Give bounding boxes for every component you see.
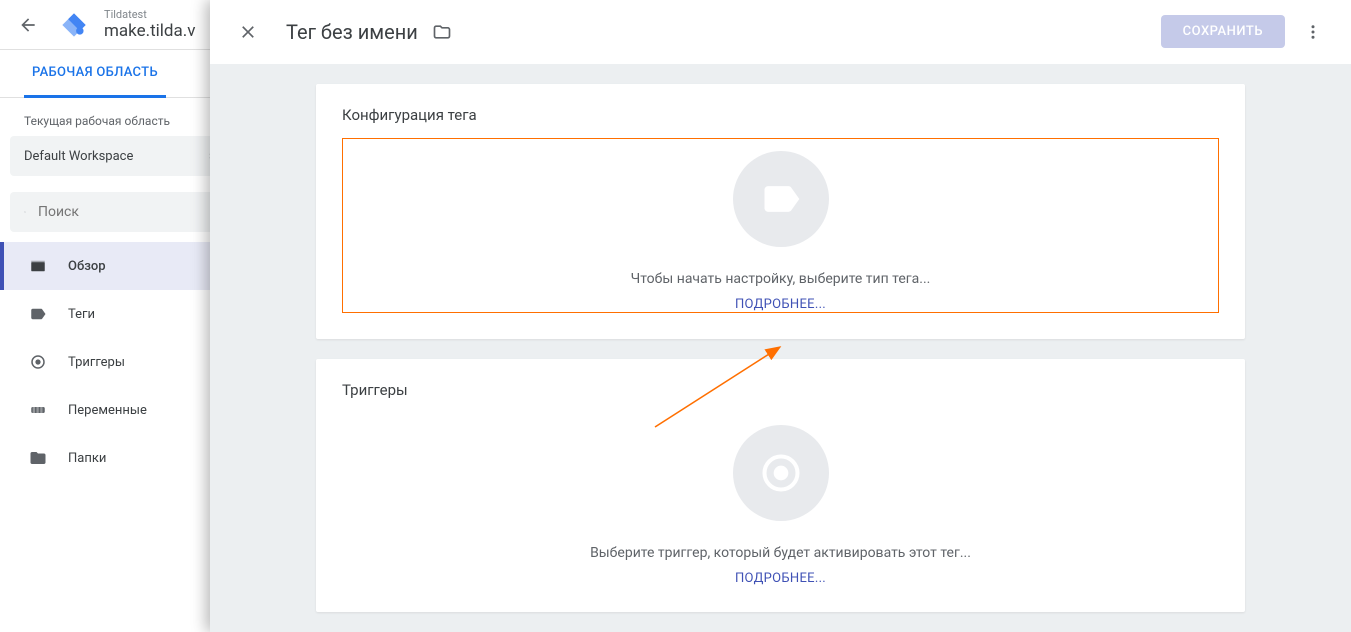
save-button[interactable]: СОХРАНИТЬ xyxy=(1161,15,1285,48)
modal-body: Конфигурация тега Чтобы начать настройку… xyxy=(210,64,1351,632)
config-placeholder-circle xyxy=(733,151,829,247)
workspace-selector[interactable]: Default Workspace xyxy=(10,136,230,176)
header-title-block: Tildatest make.tilda.v xyxy=(104,8,195,41)
modal-title[interactable]: Тег без имени xyxy=(286,20,418,44)
triggers-card-title: Триггеры xyxy=(342,381,1219,399)
trigger-placeholder-icon xyxy=(759,451,803,495)
triggers-placeholder-area[interactable]: Выберите триггер, который будет активиро… xyxy=(342,413,1219,586)
sidebar: Текущая рабочая область Default Workspac… xyxy=(0,98,240,482)
config-learn-more-link[interactable]: ПОДРОБНЕЕ... xyxy=(735,297,826,312)
search-box[interactable] xyxy=(10,192,230,232)
folder-select-button[interactable] xyxy=(432,22,452,42)
account-name: Tildatest xyxy=(104,8,195,21)
triggers-prompt-text: Выберите триггер, который будет активиро… xyxy=(590,545,971,561)
tab-workspace[interactable]: РАБОЧАЯ ОБЛАСТЬ xyxy=(24,50,166,98)
overview-icon xyxy=(28,256,48,276)
sidebar-item-overview[interactable]: Обзор xyxy=(0,242,240,290)
container-name: make.tilda.v xyxy=(104,21,195,41)
tag-configuration-card: Конфигурация тега Чтобы начать настройку… xyxy=(316,84,1245,339)
config-card-title: Конфигурация тега xyxy=(342,106,1219,124)
more-menu-button[interactable] xyxy=(1293,12,1333,52)
back-button[interactable] xyxy=(12,9,44,41)
nav-label-tags: Теги xyxy=(68,307,95,322)
folder-outline-icon xyxy=(432,22,452,42)
config-placeholder-area[interactable]: Чтобы начать настройку, выберите тип тег… xyxy=(342,138,1219,313)
close-icon xyxy=(238,22,258,42)
more-vert-icon xyxy=(1304,23,1322,41)
tag-placeholder-icon xyxy=(759,177,803,221)
sidebar-item-tags[interactable]: Теги xyxy=(0,290,240,338)
arrow-left-icon xyxy=(18,15,38,35)
variable-icon xyxy=(28,400,48,420)
nav-label-folders: Папки xyxy=(68,451,106,466)
sidebar-item-folders[interactable]: Папки xyxy=(0,434,240,482)
triggers-placeholder-circle xyxy=(733,425,829,521)
nav-label-overview: Обзор xyxy=(68,259,106,274)
triggers-card: Триггеры Выберите триггер, который будет… xyxy=(316,359,1245,612)
tag-icon xyxy=(28,304,48,324)
trigger-icon xyxy=(28,352,48,372)
search-icon xyxy=(24,202,26,222)
sidebar-item-variables[interactable]: Переменные xyxy=(0,386,240,434)
current-workspace-label: Текущая рабочая область xyxy=(0,98,240,136)
close-button[interactable] xyxy=(228,12,268,52)
search-input[interactable] xyxy=(38,204,216,220)
triggers-learn-more-link[interactable]: ПОДРОБНЕЕ... xyxy=(735,571,826,586)
workspace-tabs: РАБОЧАЯ ОБЛАСТЬ xyxy=(0,50,240,98)
workspace-name: Default Workspace xyxy=(24,149,133,164)
tag-editor-modal: Тег без имени СОХРАНИТЬ Конфигурация тег… xyxy=(210,0,1351,632)
app-logo xyxy=(60,11,88,39)
tag-manager-logo-icon xyxy=(60,11,88,39)
nav-label-variables: Переменные xyxy=(68,403,147,418)
sidebar-item-triggers[interactable]: Триггеры xyxy=(0,338,240,386)
modal-header: Тег без имени СОХРАНИТЬ xyxy=(210,0,1351,64)
config-prompt-text: Чтобы начать настройку, выберите тип тег… xyxy=(631,271,931,287)
nav-label-triggers: Триггеры xyxy=(68,355,125,370)
folder-icon xyxy=(28,448,48,468)
sidebar-nav: Обзор Теги Триггеры xyxy=(0,242,240,482)
